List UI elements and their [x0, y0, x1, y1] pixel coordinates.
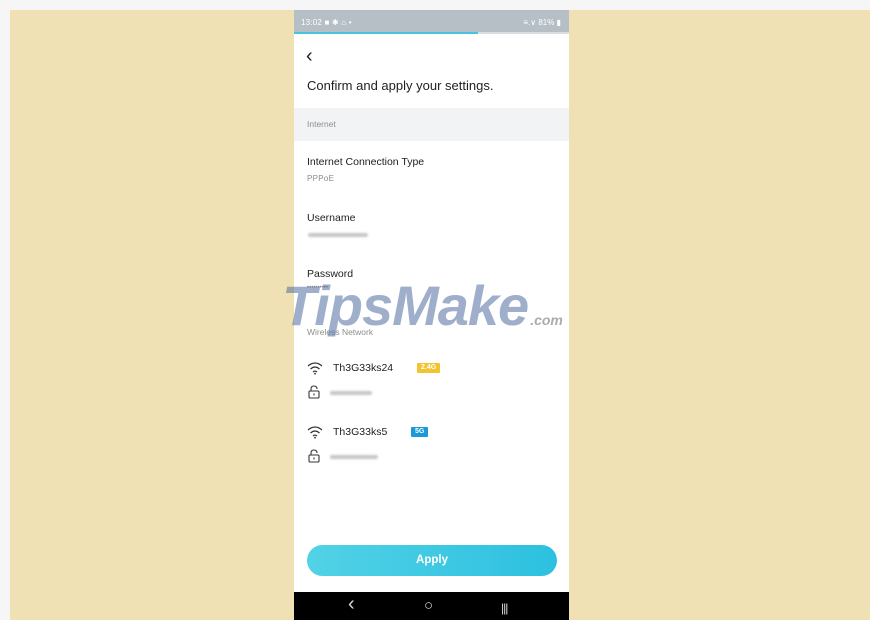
connection-type-label: Internet Connection Type: [307, 156, 425, 168]
back-button[interactable]: ‹: [306, 46, 313, 66]
nav-home-button[interactable]: ○: [424, 597, 433, 615]
password-24g-redacted: [330, 391, 372, 395]
android-nav-bar: ‹ ○ |||: [294, 592, 569, 620]
username-value-redacted: [308, 233, 368, 237]
section-header-internet: Internet: [294, 108, 569, 141]
wifi-icon: [307, 426, 323, 439]
status-time: 13:02 ■ ✱ ⌂ •: [301, 18, 352, 27]
page-title: Confirm and apply your settings.: [307, 78, 494, 93]
section-label: Wireless Network: [307, 327, 374, 337]
lock-icon: [308, 385, 320, 399]
password-value: ••••••••••: [307, 285, 329, 291]
connection-type-value: PPPoE: [307, 174, 335, 183]
username-label: Username: [307, 212, 356, 224]
progress-fill: [294, 32, 479, 34]
wifi-icon: [307, 362, 323, 375]
nav-recents-button[interactable]: |||: [501, 599, 508, 617]
section-header-wireless: Wireless Network: [294, 314, 569, 347]
signal-battery-indicator: ≡.∨ 81% ▮: [523, 18, 561, 27]
ssid-label: Th3G33ks5: [333, 426, 388, 438]
password-label: Password: [307, 268, 354, 280]
setup-progress-bar: [294, 32, 569, 34]
wireless-network-24g: Th3G33ks24 2.4G: [307, 360, 547, 376]
notification-icons: ■ ✱ ⌂ •: [324, 18, 352, 27]
section-label: Internet: [307, 119, 336, 129]
band-badge-5g: 5G: [411, 427, 429, 437]
band-badge-24g: 2.4G: [417, 363, 441, 373]
nav-back-button[interactable]: ‹: [348, 594, 355, 614]
wireless-network-5g: Th3G33ks5 5G: [307, 424, 547, 440]
apply-button[interactable]: Apply: [307, 545, 557, 576]
ssid-label: Th3G33ks24: [333, 362, 394, 374]
status-bar: 13:02 ■ ✱ ⌂ • ≡.∨ 81% ▮: [294, 10, 569, 34]
password-5g-redacted: [330, 455, 378, 459]
lock-icon: [308, 449, 320, 463]
phone-screen: 13:02 ■ ✱ ⌂ • ≡.∨ 81% ▮ ‹ Confirm and ap…: [294, 10, 569, 620]
